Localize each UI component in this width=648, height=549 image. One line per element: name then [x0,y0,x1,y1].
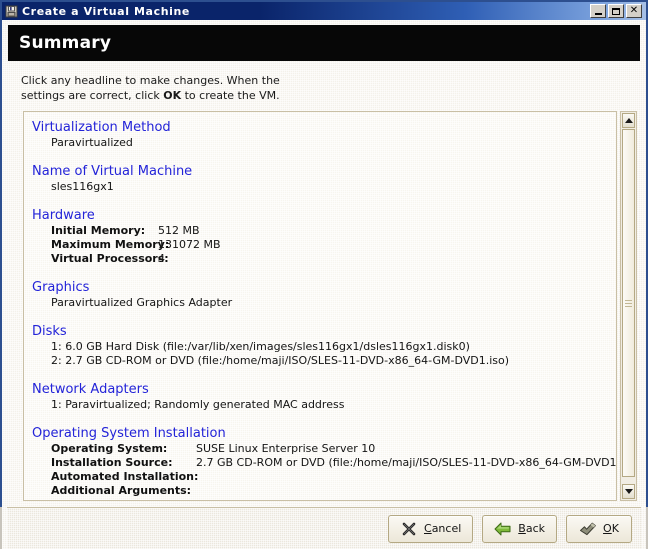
cancel-rest: ancel [431,522,462,535]
ok-check-icon [579,521,597,537]
ok-accel: O [603,522,612,535]
back-button-label: Back [518,522,545,535]
summary-detail-row: Automated Installation: [51,470,608,484]
summary-detail-value: 131072 MB [158,238,221,251]
summary-detail-key: Additional Arguments: [51,484,192,497]
summary-detail-row: Operating System: SUSE Linux Enterprise S… [51,442,608,456]
ok-button-label: OK [603,522,619,535]
summary-section-heading[interactable]: Hardware [32,208,95,224]
summary-detail-key: Virtual Processors: [51,252,169,265]
summary-detail-line: 1: 6.0 GB Hard Disk (file:/var/lib/xen/i… [51,340,470,353]
cancel-x-icon [400,521,418,537]
summary-section-heading[interactable]: Network Adapters [32,382,149,398]
instructions-emphasis: OK [163,89,182,102]
summary-detail-value: 4 [158,252,165,265]
maximize-icon [612,7,620,15]
summary-detail-value: 512 MB [158,224,200,237]
summary-section: Disks 1: 6.0 GB Hard Disk (file:/var/lib/… [32,322,608,368]
back-arrow-icon [494,521,512,537]
window-title: Create a Virtual Machine [22,4,190,18]
cancel-button[interactable]: Cancel [388,514,474,543]
ok-rest: K [611,522,619,535]
summary-panel-wrapper: Virtualization Method Paravirtualized Name… [23,111,637,501]
cancel-button-label: Cancel [424,522,461,535]
minimize-button[interactable] [590,4,606,18]
summary-section: Virtualization Method Paravirtualized [32,118,608,150]
scroll-up-arrow-icon [624,118,633,123]
back-accel: B [518,522,526,535]
summary-detail-key: Installation Source: [51,456,173,469]
summary-detail-line: 2: 2.7 GB CD-ROM or DVD (file:/home/maji… [51,354,510,367]
cancel-accel: C [424,522,432,535]
summary-detail-row: Maximum Memory: 131072 MB [51,238,608,252]
summary-section: Network Adapters 1: Paravirtualized; Rand… [32,380,608,412]
summary-scroll-panel[interactable]: Virtualization Method Paravirtualized Name… [23,111,617,501]
summary-detail-row: Virtual Processors: 4 [51,252,608,266]
summary-detail-line: Paravirtualized Graphics Adapter [51,296,233,309]
summary-detail-row: Additional Arguments: [51,484,608,498]
back-button[interactable]: Back [482,514,557,543]
dialog-button-bar: Cancel Back OK [7,507,641,549]
back-rest: ack [525,522,545,535]
instructions-line1: Click any headline to make changes. When… [21,74,280,87]
summary-detail-value: 2.7 GB CD-ROM or DVD (file:/home/maji/IS… [196,456,617,469]
instructions-line2-pre: settings are correct, click [21,89,164,102]
summary-section-heading[interactable]: Operating System Installation [32,426,226,442]
page-header-bar: Summary [8,25,640,61]
summary-section: Operating System Installation Operating S… [32,424,616,498]
summary-section: Name of Virtual Machine sles116gx1 [32,162,608,194]
summary-detail-row: Installation Source: 2.7 GB CD-ROM or DVD… [51,456,616,470]
summary-detail-value: SUSE Linux Enterprise Server 10 [196,442,376,455]
dialog-client-area: Summary Click any headline to make chang… [2,20,646,549]
window-controls: ✕ [590,4,644,18]
scroll-down-button[interactable] [622,484,635,499]
summary-detail-line: 1: Paravirtualized; Randomly generated M… [51,398,345,411]
instructions-text: Click any headline to make changes. When… [21,73,441,103]
summary-detail-key: Initial Memory: [51,224,146,237]
summary-section-heading[interactable]: Disks [32,324,67,340]
close-button[interactable]: ✕ [626,4,642,18]
vm-floppy-icon [5,5,18,18]
create-virtual-machine-window: Create a Virtual Machine ✕ Summary Click… [0,0,648,549]
summary-section-heading[interactable]: Name of Virtual Machine [32,164,192,180]
summary-detail-key: Maximum Memory: [51,238,170,251]
summary-section: Hardware Initial Memory: 512 MB Maximum Mem… [32,206,608,266]
scrollbar-track[interactable] [622,129,635,483]
summary-section-heading[interactable]: Virtualization Method [32,120,171,136]
scrollbar-thumb[interactable] [622,129,635,477]
window-titlebar[interactable]: Create a Virtual Machine ✕ [2,2,646,20]
scrollbar-grip-icon [625,298,632,309]
maximize-button[interactable] [608,4,624,18]
ok-button[interactable]: OK [566,514,632,543]
scroll-up-button[interactable] [622,113,635,128]
instructions-line2-post: to create the VM. [181,89,280,102]
summary-detail-key: Operating System: [51,442,168,455]
summary-section: Graphics Paravirtualized Graphics Adapter [32,278,608,310]
minimize-icon [594,12,602,15]
close-icon: ✕ [629,5,639,16]
page-title: Summary [19,33,112,53]
summary-detail-row: Initial Memory: 512 MB [51,224,608,238]
summary-section-heading[interactable]: Graphics [32,280,89,296]
summary-detail-key: Automated Installation: [51,470,199,483]
summary-detail-line: sles116gx1 [51,180,114,193]
summary-vertical-scrollbar[interactable] [620,111,637,501]
scroll-down-arrow-icon [624,489,633,494]
summary-detail-line: Paravirtualized [51,136,133,149]
